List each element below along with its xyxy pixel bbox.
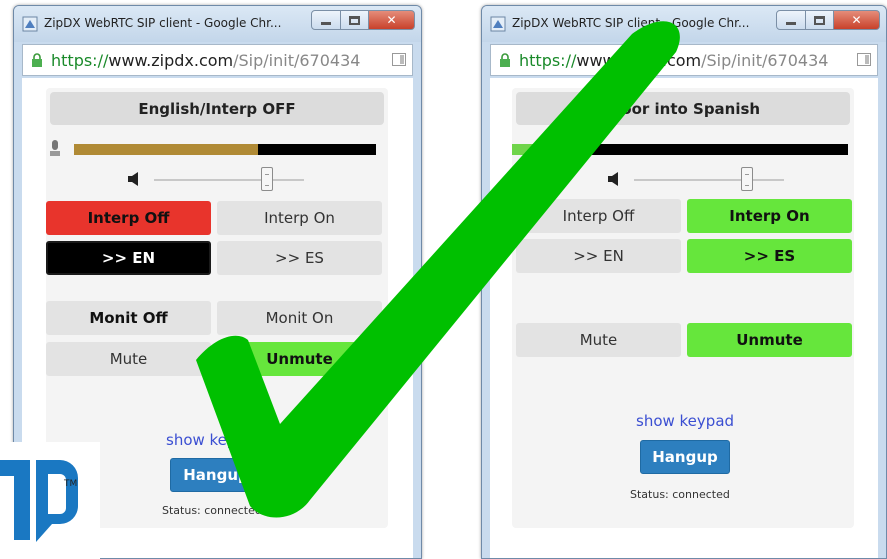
show-keypad-link[interactable]: show keypad (636, 412, 734, 430)
interp-off-button[interactable]: Interp Off (516, 199, 681, 233)
brand-logo: TM (0, 442, 100, 559)
mic-level-fill (512, 144, 560, 155)
channel-label: Floor into Spanish (516, 92, 850, 125)
screenshot-stage: ZipDX WebRTC SIP client - Google Chr... … (0, 0, 887, 559)
minimize-button[interactable] (311, 10, 341, 30)
unmute-button[interactable]: Unmute (687, 323, 852, 357)
url-host: www.zipdx.com (108, 51, 234, 70)
interp-on-button[interactable]: Interp On (687, 199, 852, 233)
mute-button[interactable]: Mute (516, 323, 681, 357)
mic-level-fill (74, 144, 259, 155)
mic-level-meter (512, 144, 848, 155)
window-controls: ✕ (311, 10, 415, 32)
url-scheme: https:// (51, 51, 109, 70)
browser-window-right: ZipDX WebRTC SIP client - Google Chr... … (481, 5, 887, 559)
page-content: Floor into Spanish Interp Off Interp On … (490, 78, 878, 558)
url-host: www.zipdx.com (576, 51, 702, 70)
window-controls: ✕ (776, 10, 880, 32)
microphone-icon (50, 140, 60, 156)
close-icon: ✕ (851, 13, 862, 27)
zipdx-app-icon (490, 16, 506, 32)
cast-icon[interactable] (857, 53, 871, 66)
interp-off-button[interactable]: Interp Off (46, 201, 211, 235)
unmute-button[interactable]: Unmute (217, 342, 382, 376)
logo-trademark: TM (63, 479, 77, 489)
address-bar[interactable]: https://www.zipdx.com/Sip/init/670434 (22, 44, 413, 76)
to-en-button[interactable]: >> EN (516, 239, 681, 273)
window-titlebar[interactable]: ZipDX WebRTC SIP client - Google Chr... … (482, 6, 886, 42)
window-titlebar[interactable]: ZipDX WebRTC SIP client - Google Chr... … (14, 6, 421, 42)
url-scheme: https:// (519, 51, 577, 70)
maximize-button[interactable] (806, 10, 834, 30)
lock-icon (32, 53, 42, 67)
window-title: ZipDX WebRTC SIP client - Google Chr... (512, 16, 750, 30)
volume-track[interactable] (154, 179, 304, 181)
monit-on-button[interactable]: Monit On (217, 301, 382, 335)
minimize-icon (321, 21, 331, 25)
interp-on-button[interactable]: Interp On (217, 201, 382, 235)
url-path: /Sip/init/670434 (233, 51, 361, 70)
show-keypad-link[interactable]: show keypad (166, 431, 264, 449)
zipdx-app-icon (22, 16, 38, 32)
volume-track[interactable] (634, 179, 784, 181)
minimize-icon (786, 21, 796, 25)
maximize-icon (349, 15, 360, 25)
window-title: ZipDX WebRTC SIP client - Google Chr... (44, 16, 282, 30)
status-text: Status: connected (630, 488, 730, 501)
logo-one-stroke (0, 460, 30, 540)
lock-icon (500, 53, 510, 67)
mic-level-meter (74, 144, 376, 155)
channel-label: English/Interp OFF (50, 92, 384, 125)
url-text[interactable]: https://www.zipdx.com/Sip/init/670434 (519, 51, 828, 70)
close-button[interactable]: ✕ (834, 10, 880, 30)
speaker-icon (608, 172, 618, 186)
sip-client-panel: Floor into Spanish Interp Off Interp On … (512, 88, 854, 528)
cast-icon[interactable] (392, 53, 406, 66)
volume-slider-thumb[interactable] (740, 167, 753, 191)
to-en-button[interactable]: >> EN (46, 241, 211, 275)
close-icon: ✕ (386, 13, 397, 27)
to-es-button[interactable]: >> ES (217, 241, 382, 275)
to-es-button[interactable]: >> ES (687, 239, 852, 273)
url-text[interactable]: https://www.zipdx.com/Sip/init/670434 (51, 51, 360, 70)
maximize-icon (814, 15, 825, 25)
speaker-icon (128, 172, 138, 186)
status-text: Status: connected (162, 504, 262, 517)
url-path: /Sip/init/670434 (701, 51, 829, 70)
maximize-button[interactable] (341, 10, 369, 30)
logo-bubble (36, 460, 78, 542)
mute-button[interactable]: Mute (46, 342, 211, 376)
hangup-button[interactable]: Hangup (640, 440, 730, 474)
minimize-button[interactable] (776, 10, 806, 30)
address-bar[interactable]: https://www.zipdx.com/Sip/init/670434 (490, 44, 878, 76)
close-button[interactable]: ✕ (369, 10, 415, 30)
monit-off-button[interactable]: Monit Off (46, 301, 211, 335)
volume-slider-thumb[interactable] (260, 167, 273, 191)
hangup-button[interactable]: Hangup (170, 458, 262, 492)
